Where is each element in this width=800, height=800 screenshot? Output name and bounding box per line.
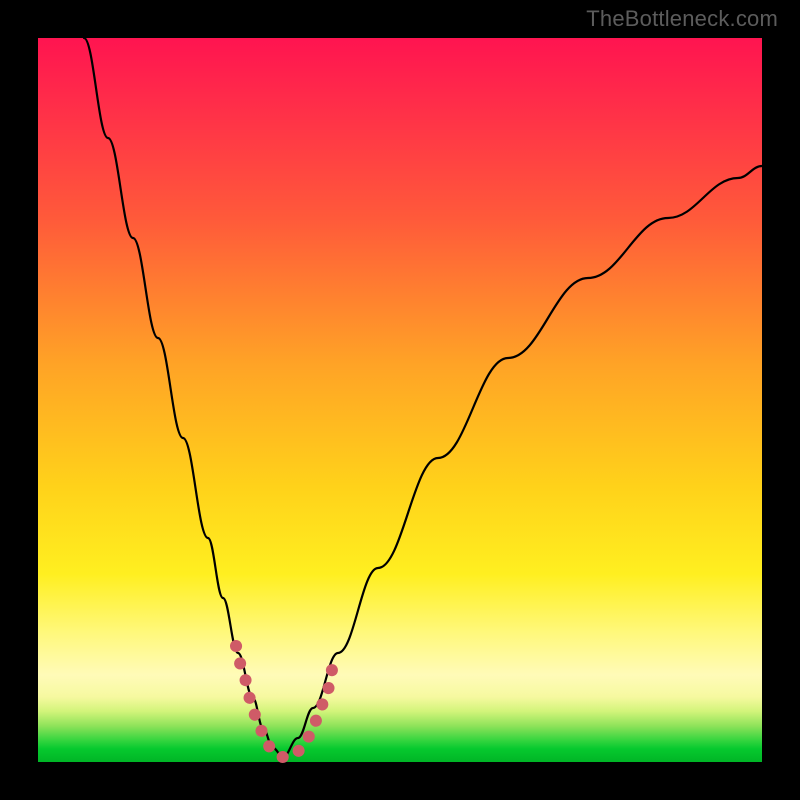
curve-right <box>283 166 762 757</box>
curve-highlight <box>236 646 334 757</box>
curve-layer <box>38 38 762 762</box>
chart-frame: TheBottleneck.com <box>0 0 800 800</box>
plot-area <box>38 38 762 762</box>
curve-left <box>84 38 283 757</box>
watermark-text: TheBottleneck.com <box>586 6 778 32</box>
